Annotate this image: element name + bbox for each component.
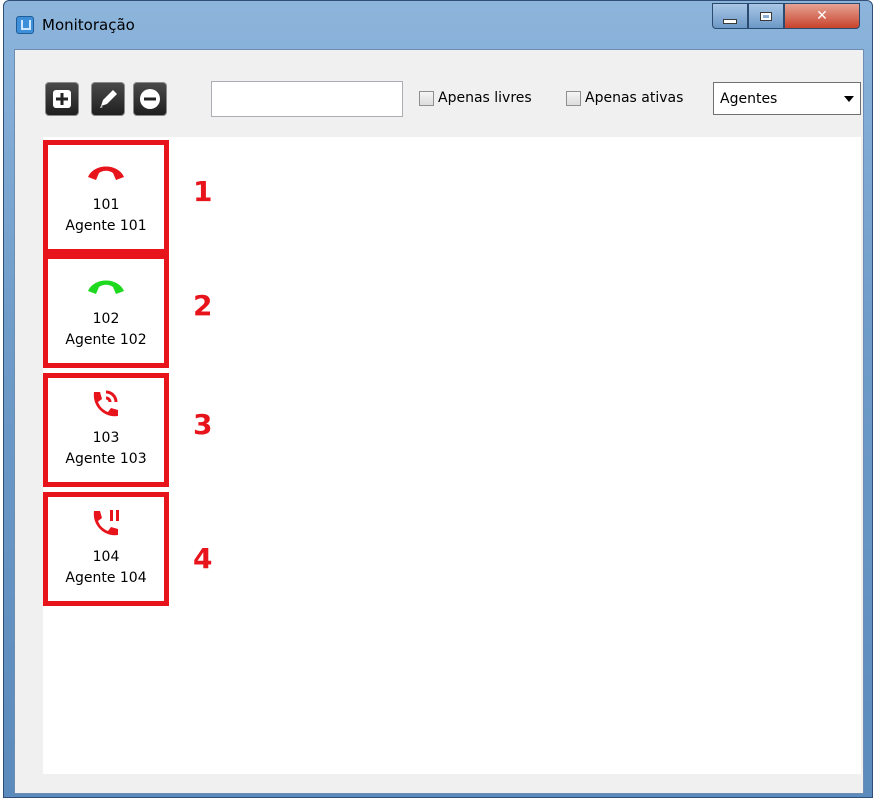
search-input[interactable]: [211, 81, 403, 117]
client-area: Apenas livres Apenas ativas Agentes 101 …: [14, 49, 864, 794]
close-button[interactable]: ✕: [784, 3, 860, 29]
minimize-icon: [723, 18, 737, 24]
window-title: Monitoração: [42, 16, 135, 34]
phone-ringing-red-icon: [93, 390, 118, 417]
filter-free-checkbox-group[interactable]: Apenas livres: [419, 90, 532, 106]
filter-free-checkbox[interactable]: [419, 90, 434, 106]
agent-card-102[interactable]: 102 Agente 102: [43, 254, 169, 368]
type-select[interactable]: Agentes: [713, 82, 861, 115]
annotation-marker-3: 3: [193, 408, 213, 441]
annotation-marker-2: 2: [193, 289, 213, 322]
phone-hold-red-icon: [93, 510, 119, 536]
filter-free-label: Apenas livres: [438, 90, 532, 106]
maximize-button[interactable]: [748, 3, 784, 29]
agent-card-103[interactable]: 103 Agente 103: [43, 373, 169, 487]
annotation-marker-1: 1: [193, 175, 213, 208]
type-select-value: Agentes: [720, 90, 778, 107]
app-window: Monitoração ✕ Apenas livres Apenas ativa…: [3, 0, 873, 798]
agent-number: 102: [92, 311, 120, 327]
chevron-down-icon: [844, 95, 854, 102]
agent-name: Agente 102: [65, 332, 147, 348]
pencil-icon: [100, 90, 117, 108]
edit-button[interactable]: [91, 82, 125, 116]
agent-name: Agente 101: [65, 218, 147, 234]
filter-active-label: Apenas ativas: [585, 90, 684, 106]
phone-hangup-red-icon: [88, 166, 124, 180]
add-button[interactable]: [45, 82, 79, 116]
agent-number: 104: [92, 549, 120, 565]
agent-card-101[interactable]: 101 Agente 101: [43, 140, 169, 254]
agent-card-104[interactable]: 104 Agente 104: [43, 492, 169, 606]
title-bar[interactable]: Monitoração ✕: [4, 1, 872, 49]
agent-number: 101: [92, 197, 120, 213]
minus-icon: [140, 89, 160, 109]
agent-name: Agente 104: [65, 570, 147, 586]
annotation-marker-4: 4: [193, 542, 213, 575]
agent-name: Agente 103: [65, 451, 147, 467]
filter-active-checkbox-group[interactable]: Apenas ativas: [566, 90, 683, 106]
remove-button[interactable]: [133, 82, 167, 116]
filter-active-checkbox[interactable]: [566, 90, 581, 106]
agent-number: 103: [92, 430, 120, 446]
minimize-button[interactable]: [712, 3, 748, 29]
phone-hangup-green-icon: [88, 280, 124, 294]
app-icon: [16, 16, 34, 34]
plus-icon: [53, 90, 71, 108]
close-icon: ✕: [816, 8, 828, 24]
agents-list: 101 Agente 101 1 102 Agente 102 2 103 Ag…: [43, 137, 861, 774]
maximize-icon: [760, 11, 772, 21]
